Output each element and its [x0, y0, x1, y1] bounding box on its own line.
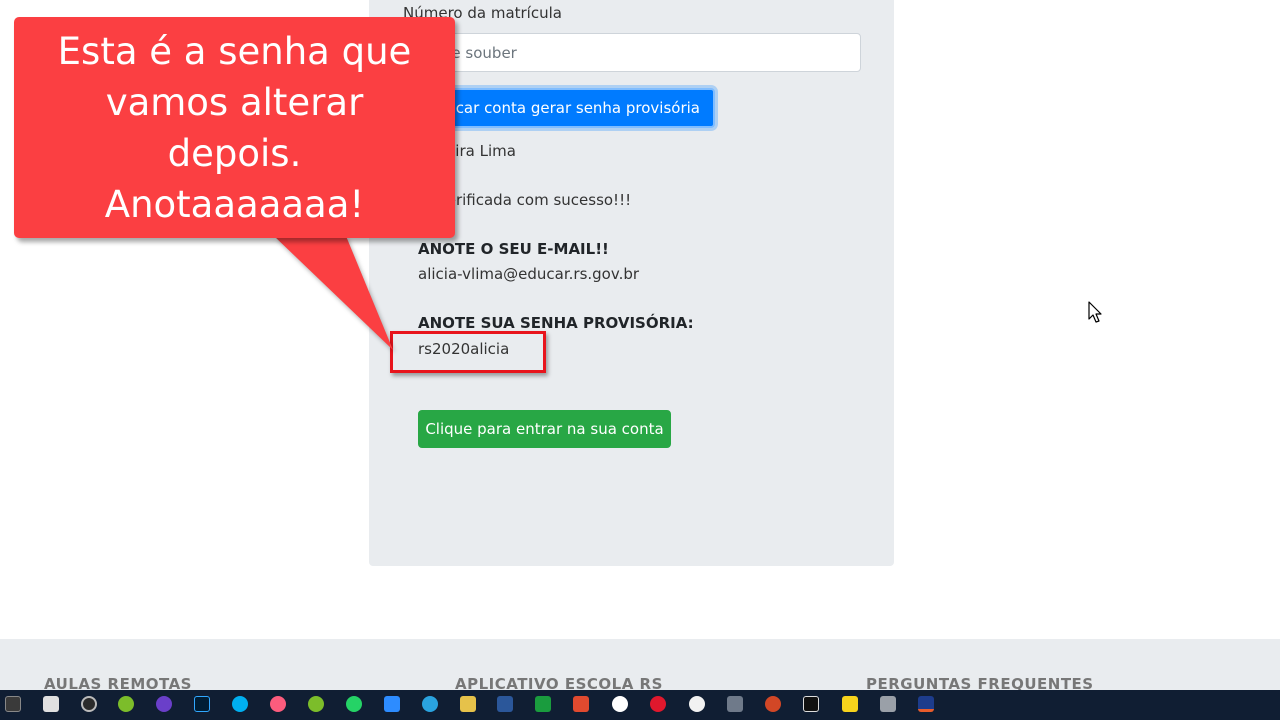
android-icon[interactable] [118, 696, 134, 712]
volume-icon[interactable] [880, 696, 896, 712]
callout-line-2: vamos alterar [105, 81, 364, 124]
email-value: alicia-vlima@educar.rs.gov.br [418, 265, 640, 283]
notes-icon[interactable] [842, 696, 858, 712]
callout-line-1: Esta é a senha que [57, 30, 412, 73]
email-title: ANOTE O SEU E-MAIL!! [418, 240, 609, 258]
photoshop-icon[interactable] [194, 696, 210, 712]
callout-text: Esta é a senha que vamos alterar depois.… [14, 26, 455, 230]
mouse-cursor-icon [1088, 301, 1102, 323]
opera-icon[interactable] [650, 696, 666, 712]
obs-icon[interactable] [81, 696, 97, 712]
android-studio-icon[interactable] [308, 696, 324, 712]
password-highlight-box [390, 331, 546, 373]
folder-icon[interactable] [727, 696, 743, 712]
recorder-icon[interactable] [573, 696, 589, 712]
zoom-icon[interactable] [384, 696, 400, 712]
fingerprint-icon[interactable] [689, 696, 705, 712]
paint-icon[interactable] [460, 696, 476, 712]
windows-taskbar [0, 690, 1280, 720]
camera-icon[interactable] [803, 696, 819, 712]
chrome-icon[interactable] [612, 696, 628, 712]
telegram-icon[interactable] [422, 696, 438, 712]
powerpoint-icon[interactable] [765, 696, 781, 712]
screen-app-icon[interactable] [918, 696, 934, 712]
matricula-input[interactable] [402, 33, 861, 72]
app-icon[interactable] [5, 696, 21, 712]
word-icon[interactable] [497, 696, 513, 712]
callout-line-3: depois. [167, 132, 302, 175]
callout-line-4: Anotaaaaaaa! [104, 183, 365, 226]
enter-account-button[interactable]: Clique para entrar na sua conta [418, 410, 671, 448]
skype-icon[interactable] [232, 696, 248, 712]
password-title: ANOTE SUA SENHA PROVISÓRIA: [418, 314, 694, 332]
itunes-icon[interactable] [270, 696, 286, 712]
calculator-icon[interactable] [43, 696, 59, 712]
camtasia-icon[interactable] [535, 696, 551, 712]
circle-app-icon[interactable] [156, 696, 172, 712]
whatsapp-icon[interactable] [346, 696, 362, 712]
